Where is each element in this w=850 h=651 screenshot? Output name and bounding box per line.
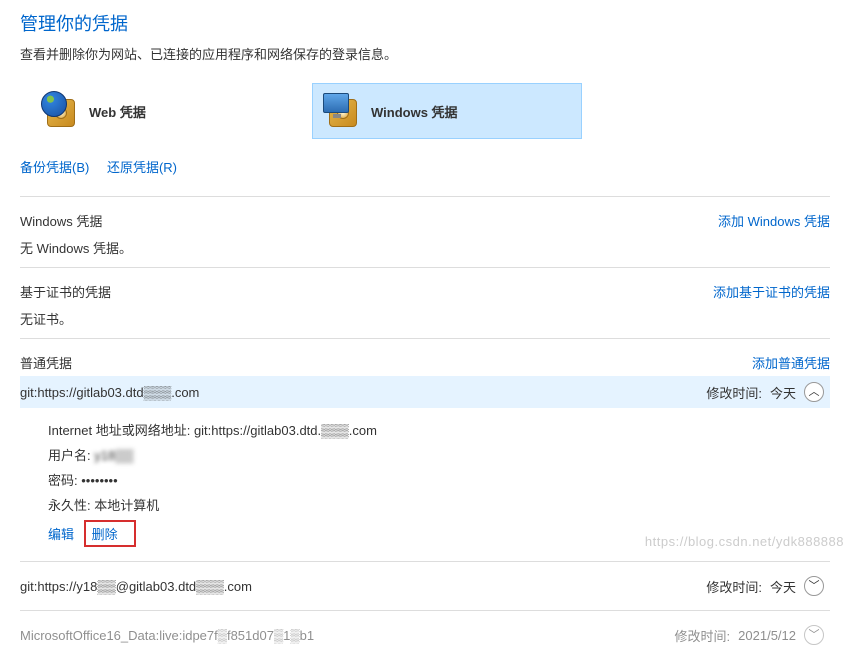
expand-button[interactable]: ﹀ <box>804 625 824 645</box>
modified-value: 今天 <box>770 383 796 402</box>
generic-creds-section-title: 普通凭据 <box>20 353 72 372</box>
divider <box>20 196 830 197</box>
modified-label: 修改时间: <box>706 577 762 596</box>
address-value: git:https://gitlab03.dtd.▒▒▒.com <box>194 423 377 438</box>
divider <box>20 561 830 562</box>
add-generic-credential-link[interactable]: 添加普通凭据 <box>752 353 830 372</box>
user-label: 用户名: <box>48 448 91 463</box>
web-vault-icon <box>41 91 81 131</box>
edit-credential-link[interactable]: 编辑 <box>48 527 74 542</box>
chevron-down-icon: ﹀ <box>809 630 820 641</box>
cert-creds-section-title: 基于证书的凭据 <box>20 282 111 301</box>
add-cert-credential-link[interactable]: 添加基于证书的凭据 <box>713 282 830 301</box>
modified-value: 今天 <box>770 577 796 596</box>
divider <box>20 267 830 268</box>
chevron-down-icon: ﹀ <box>809 581 820 592</box>
restore-credentials-link[interactable]: 还原凭据(R) <box>107 160 177 175</box>
modified-value: 2021/5/12 <box>738 628 796 643</box>
watermark: https://blog.csdn.net/ydk888888 <box>645 534 844 549</box>
modified-label: 修改时间: <box>675 626 731 645</box>
password-value: •••••••• <box>81 473 117 488</box>
delete-highlight-box: 删除 <box>84 520 136 547</box>
credential-name: git:https://gitlab03.dtd▒▒▒.com <box>20 385 199 400</box>
address-label: Internet 地址或网络地址: <box>48 423 190 438</box>
windows-creds-empty: 无 Windows 凭据。 <box>20 238 830 257</box>
cert-creds-empty: 无证书。 <box>20 309 830 328</box>
password-label: 密码: <box>48 473 78 488</box>
backup-credentials-link[interactable]: 备份凭据(B) <box>20 160 89 175</box>
expand-button[interactable]: ﹀ <box>804 576 824 596</box>
web-credentials-tab[interactable]: Web 凭据 <box>30 83 300 139</box>
credential-name: git:https://y18▒▒@gitlab03.dtd▒▒▒.com <box>20 579 252 594</box>
page-subtitle: 查看并删除你为网站、已连接的应用程序和网络保存的登录信息。 <box>20 44 830 63</box>
credential-details: Internet 地址或网络地址: git:https://gitlab03.d… <box>20 408 830 553</box>
web-tab-label: Web 凭据 <box>89 102 146 121</box>
credential-row[interactable]: git:https://y18▒▒@gitlab03.dtd▒▒▒.com 修改… <box>20 570 830 602</box>
credential-row[interactable]: MicrosoftOffice16_Data:live:idpe7f▒f851d… <box>20 619 830 651</box>
user-value: y18▒▒ <box>94 448 133 463</box>
divider <box>20 338 830 339</box>
windows-creds-section-title: Windows 凭据 <box>20 211 102 230</box>
credential-row[interactable]: git:https://gitlab03.dtd▒▒▒.com 修改时间: 今天… <box>20 376 830 408</box>
modified-label: 修改时间: <box>706 383 762 402</box>
credential-type-tabs: Web 凭据 Windows 凭据 <box>30 83 830 139</box>
persist-value: 本地计算机 <box>94 498 159 513</box>
persist-label: 永久性: <box>48 498 91 513</box>
chevron-up-icon: ︿ <box>809 387 820 398</box>
delete-credential-link[interactable]: 删除 <box>92 527 118 542</box>
windows-tab-label: Windows 凭据 <box>371 102 458 121</box>
credential-name: MicrosoftOffice16_Data:live:idpe7f▒f851d… <box>20 628 314 643</box>
page-title: 管理你的凭据 <box>20 10 830 36</box>
windows-vault-icon <box>323 91 363 131</box>
windows-credentials-tab[interactable]: Windows 凭据 <box>312 83 582 139</box>
collapse-button[interactable]: ︿ <box>804 382 824 402</box>
divider <box>20 610 830 611</box>
add-windows-credential-link[interactable]: 添加 Windows 凭据 <box>718 211 830 230</box>
